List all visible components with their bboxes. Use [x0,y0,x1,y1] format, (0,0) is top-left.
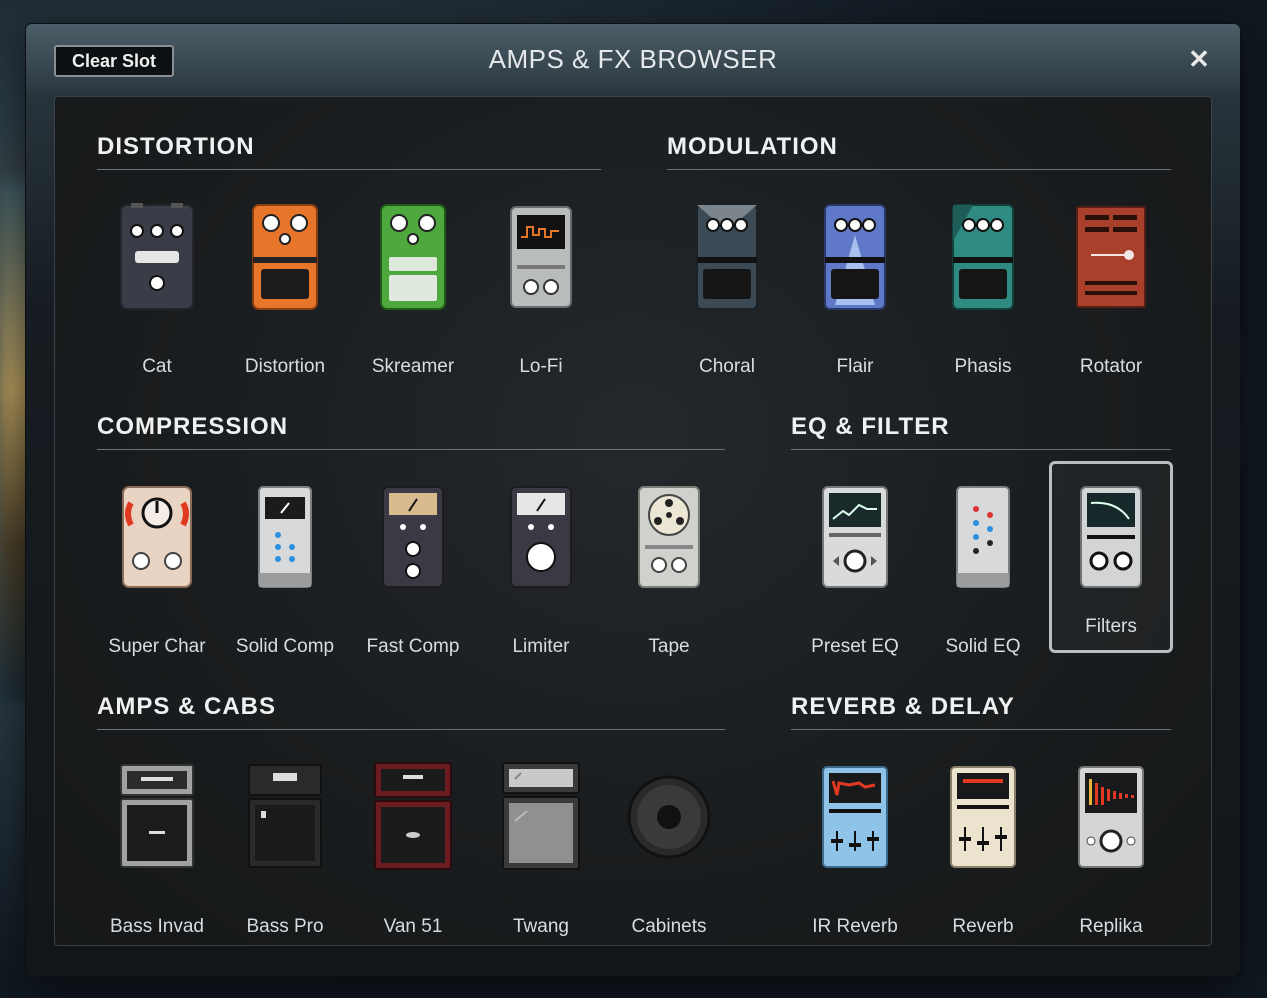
replika-icon [1049,761,1173,901]
fx-item-lofi[interactable]: Lo-Fi [479,201,603,391]
fx-item-label: Choral [699,356,755,377]
fx-item-label: Limiter [512,636,570,657]
fx-item-flair[interactable]: Flair [793,201,917,391]
solid-comp-icon [223,481,347,621]
fx-item-label: Cabinets [631,916,707,937]
fx-item-label: Van 51 [383,916,443,937]
fx-item-label: Filters [1085,616,1137,637]
limiter-icon [479,481,603,621]
amps-fx-browser-window: Clear Slot AMPS & FX BROWSER ✕ DISTORTIO… [26,24,1240,976]
lofi-pedal-icon [479,201,603,341]
choral-pedal-icon [665,201,789,341]
fx-item-label: Lo-Fi [519,356,563,377]
tape-icon [607,481,731,621]
fx-item-replika[interactable]: Replika [1049,761,1173,951]
fx-item-label: Super Char [108,636,206,657]
section-divider [667,169,1171,170]
fx-item-label: Solid Comp [235,636,335,657]
fx-item-label: Bass Invad [110,916,204,937]
cat-pedal-icon [95,201,219,341]
section-title-amps-cabs: AMPS & CABS [97,693,277,720]
cabinet-speaker-icon [607,761,731,901]
fx-item-label: Cat [142,356,172,377]
section-divider [791,729,1171,730]
browser-panel: DISTORTION Cat Distortion Skreamer Lo-Fi… [54,96,1212,946]
preset-eq-icon [793,481,917,621]
section-divider [97,449,725,450]
fx-item-choral[interactable]: Choral [665,201,789,391]
fx-item-rotator[interactable]: Rotator [1049,201,1173,391]
fx-item-label: Fast Comp [366,636,460,657]
fx-item-ir-reverb[interactable]: IR Reverb [793,761,917,951]
super-char-icon [95,481,219,621]
reverb-icon [921,761,1045,901]
fx-item-label: Bass Pro [246,916,324,937]
van-51-amp-icon [351,761,475,901]
fx-item-label: Skreamer [371,356,455,377]
fx-item-super-char[interactable]: Super Char [95,481,219,671]
distortion-pedal-icon [223,201,347,341]
fx-item-label: Tape [648,636,690,657]
flair-pedal-icon [793,201,917,341]
title-bar: Clear Slot AMPS & FX BROWSER ✕ [26,24,1240,96]
fx-item-bass-pro[interactable]: Bass Pro [223,761,347,951]
fx-item-phasis[interactable]: Phasis [921,201,1045,391]
fx-item-tape[interactable]: Tape [607,481,731,671]
fx-item-solid-eq[interactable]: Solid EQ [921,481,1045,671]
fx-item-bass-invad[interactable]: Bass Invad [95,761,219,951]
section-divider [791,449,1171,450]
fx-item-label: Rotator [1079,356,1143,377]
section-title-compression: COMPRESSION [97,413,289,440]
section-divider [97,729,725,730]
fx-item-limiter[interactable]: Limiter [479,481,603,671]
skreamer-pedal-icon [351,201,475,341]
filters-icon [1052,481,1170,621]
section-title-modulation: MODULATION [667,133,838,160]
fast-comp-icon [351,481,475,621]
fx-item-label: Phasis [954,356,1012,377]
fx-item-filters[interactable]: Filters [1049,461,1173,653]
fx-item-label: Distortion [244,356,326,377]
fx-item-twang[interactable]: Twang [479,761,603,951]
fx-item-label: IR Reverb [812,916,898,937]
fx-item-reverb[interactable]: Reverb [921,761,1045,951]
fx-item-label: Replika [1079,916,1143,937]
rotator-icon [1049,201,1173,341]
fx-item-solid-comp[interactable]: Solid Comp [223,481,347,671]
fx-item-preset-eq[interactable]: Preset EQ [793,481,917,671]
window-title: AMPS & FX BROWSER [488,44,778,74]
section-title-eq-filter: EQ & FILTER [791,413,950,440]
fx-item-label: Preset EQ [811,636,899,657]
ir-reverb-icon [793,761,917,901]
fx-item-distortion[interactable]: Distortion [223,201,347,391]
phasis-pedal-icon [921,201,1045,341]
twang-amp-icon [479,761,603,901]
section-divider [97,169,601,170]
bass-invad-amp-icon [95,761,219,901]
solid-eq-icon [921,481,1045,621]
fx-item-label: Twang [513,916,569,937]
fx-item-cabinets[interactable]: Cabinets [607,761,731,951]
fx-item-label: Flair [836,356,874,377]
fx-item-label: Solid EQ [945,636,1021,657]
bass-pro-amp-icon [223,761,347,901]
fx-item-skreamer[interactable]: Skreamer [351,201,475,391]
section-title-distortion: DISTORTION [97,133,255,160]
fx-item-label: Reverb [952,916,1014,937]
fx-item-van-51[interactable]: Van 51 [351,761,475,951]
close-icon[interactable]: ✕ [1184,44,1214,74]
fx-item-cat[interactable]: Cat [95,201,219,391]
section-title-reverb-delay: REVERB & DELAY [791,693,1015,720]
fx-item-fast-comp[interactable]: Fast Comp [351,481,475,671]
